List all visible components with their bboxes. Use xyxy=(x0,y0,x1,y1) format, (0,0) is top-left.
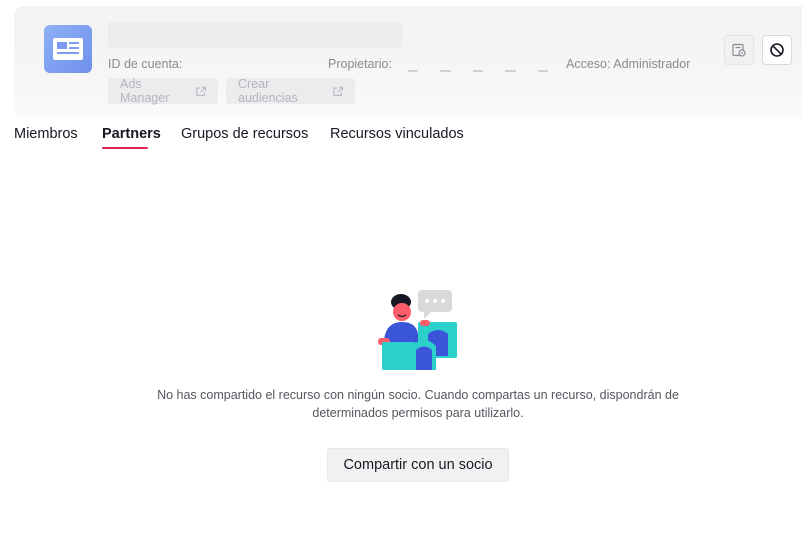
account-id-label: ID de cuenta: xyxy=(108,57,183,71)
owner-label: Propietario: xyxy=(328,57,392,71)
owner-value-redacted xyxy=(408,60,549,72)
external-link-icon xyxy=(332,86,343,96)
tab-partners[interactable]: Partners xyxy=(102,126,161,142)
external-link-icon xyxy=(195,86,206,96)
ads-manager-label: Ads Manager xyxy=(120,77,170,105)
tab-members[interactable]: Miembros xyxy=(14,126,78,142)
calendar-settings-icon xyxy=(732,43,746,57)
ads-manager-button[interactable]: Ads Manager xyxy=(108,77,218,105)
empty-partners-illustration xyxy=(378,290,457,370)
create-audiences-label: Crear audiencias xyxy=(238,77,298,105)
block-icon xyxy=(770,43,784,57)
account-name-redacted xyxy=(108,22,402,48)
access-label: Acceso: Administrador xyxy=(566,57,691,71)
settings-button[interactable] xyxy=(724,35,754,65)
block-button[interactable] xyxy=(762,35,792,65)
active-tab-indicator xyxy=(102,147,148,149)
tab-resource-groups[interactable]: Grupos de recursos xyxy=(181,126,308,142)
create-audiences-button[interactable]: Crear audiencias xyxy=(226,77,355,105)
share-with-partner-button[interactable]: Compartir con un socio xyxy=(327,448,509,482)
tab-linked-resources[interactable]: Recursos vinculados xyxy=(330,126,464,142)
empty-state-message: No has compartido el recurso con ningún … xyxy=(157,388,679,420)
account-card-icon xyxy=(44,25,92,73)
